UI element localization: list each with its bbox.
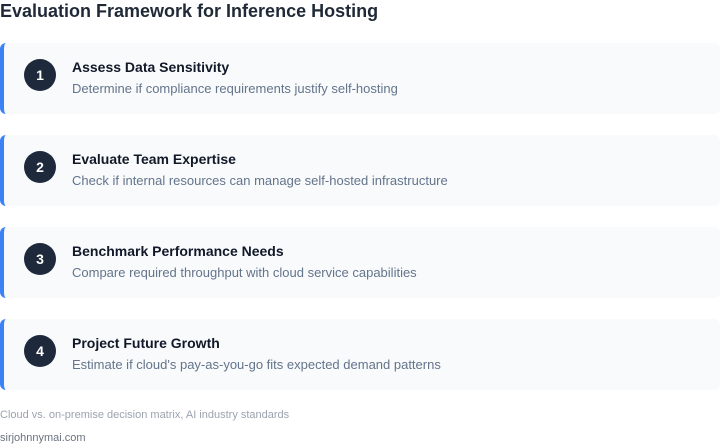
step-number-badge: 1 (24, 59, 56, 91)
step-description: Determine if compliance requirements jus… (72, 81, 398, 96)
step-card-2: 2 Evaluate Team Expertise Check if inter… (0, 135, 720, 206)
step-description: Estimate if cloud's pay-as-you-go fits e… (72, 357, 441, 372)
step-number-badge: 4 (24, 335, 56, 367)
step-description: Compare required throughput with cloud s… (72, 265, 417, 280)
step-title: Assess Data Sensitivity (72, 59, 230, 75)
step-title: Benchmark Performance Needs (72, 243, 284, 259)
step-card-3: 3 Benchmark Performance Needs Compare re… (0, 227, 720, 298)
step-card-4: 4 Project Future Growth Estimate if clou… (0, 319, 720, 390)
credit-text: sirjohnnymai.com (0, 432, 86, 444)
step-number-badge: 3 (24, 243, 56, 275)
step-description: Check if internal resources can manage s… (72, 173, 448, 188)
step-card-1: 1 Assess Data Sensitivity Determine if c… (0, 43, 720, 114)
source-note: Cloud vs. on-premise decision matrix, AI… (0, 409, 290, 421)
step-number-badge: 2 (24, 151, 56, 183)
step-title: Project Future Growth (72, 335, 220, 351)
steps-list: 1 Assess Data Sensitivity Determine if c… (0, 43, 720, 411)
page-title: Evaluation Framework for Inference Hosti… (0, 1, 379, 21)
step-title: Evaluate Team Expertise (72, 151, 236, 167)
